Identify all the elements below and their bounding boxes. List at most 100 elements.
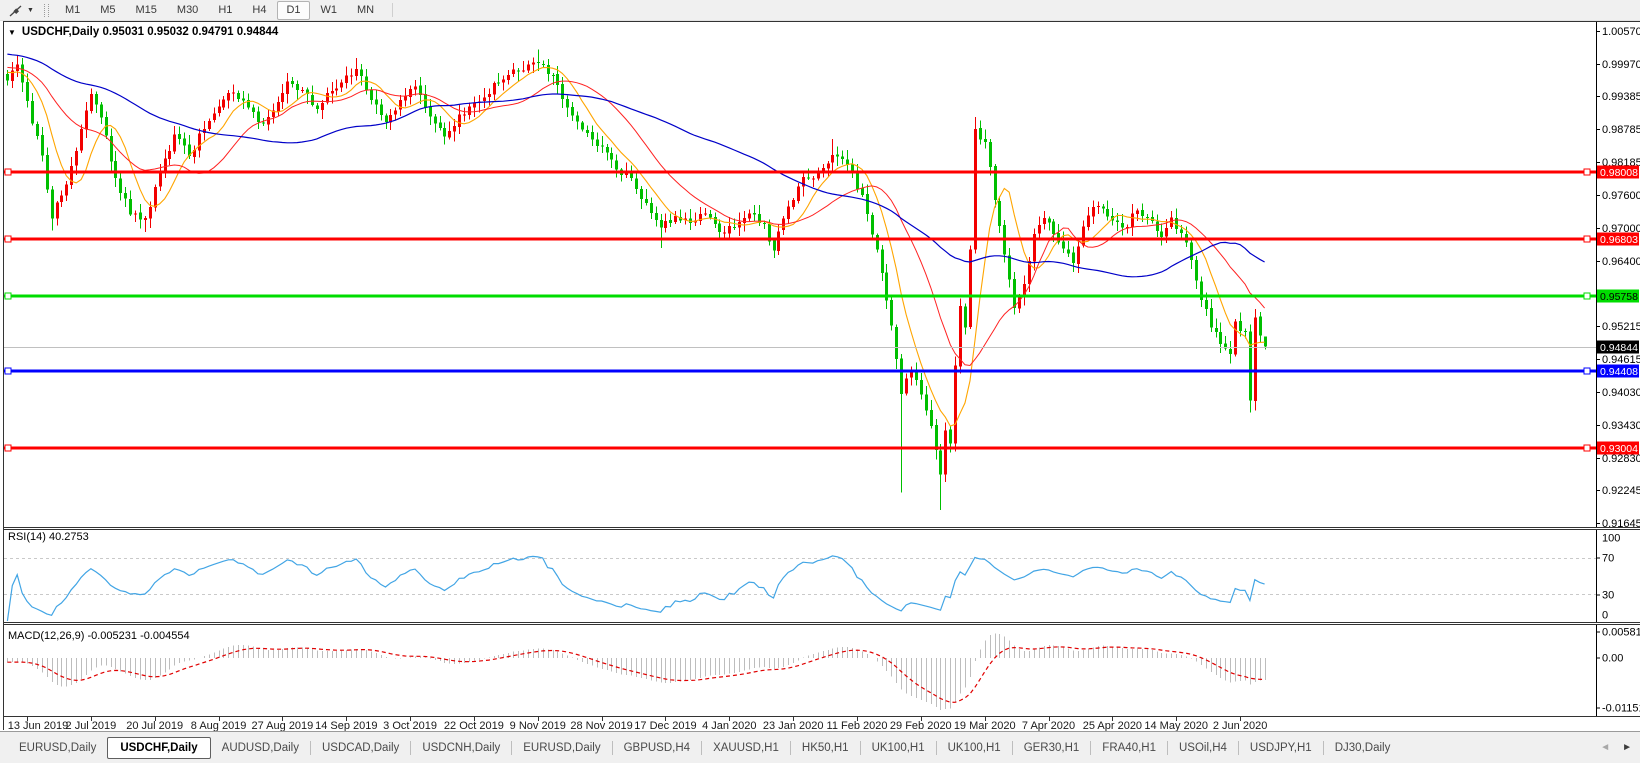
timeframe-button-m1[interactable]: M1 (56, 1, 89, 20)
hline-handle-left[interactable] (4, 367, 12, 375)
date-tick-label: 25 Apr 2020 (1083, 720, 1142, 731)
svg-text:0.96803: 0.96803 (1600, 234, 1638, 246)
chart-tab-uk100-h1[interactable]: UK100,H1 (861, 738, 936, 758)
chart-tab-uk100-h1[interactable]: UK100,H1 (937, 738, 1012, 758)
chart-tab-usoil-h4[interactable]: USOil,H4 (1168, 738, 1238, 758)
chart-tabs: EURUSD,Daily USDCHF,Daily AUDUSD,Daily USDC… (8, 736, 1402, 759)
date-tick-label: 7 Apr 2020 (1022, 720, 1075, 731)
svg-text:0.94408: 0.94408 (1600, 366, 1638, 378)
chart-tab-audusd-daily[interactable]: AUDUSD,Daily (211, 738, 310, 758)
hline-0.98008[interactable] (4, 168, 1596, 176)
svg-text:70: 70 (1602, 553, 1614, 565)
svg-text:0.94844: 0.94844 (1600, 342, 1638, 354)
price-tick-label: 0.97600 (1602, 190, 1640, 202)
date-tick-label: 2 Jul 2019 (66, 720, 117, 731)
chart-tab-hk50-h1[interactable]: HK50,H1 (791, 738, 860, 758)
timeframe-toolbar: ▼ M1 M5 M15 M30 H1 H4 D1 W1 MN (0, 0, 1640, 21)
current-price-label: 0.94844 (1597, 340, 1639, 354)
price-tick-label: 0.94030 (1602, 387, 1640, 399)
timeframe-button-m15[interactable]: M15 (127, 1, 166, 20)
price-tick-label: 0.93430 (1602, 420, 1640, 432)
trading-terminal-window: ▼ M1 M5 M15 M30 H1 H4 D1 W1 MN 1.00570 0.99970 0.9… (0, 0, 1640, 763)
timeframe-button-m5[interactable]: M5 (91, 1, 124, 20)
rsi-panel (4, 555, 1596, 622)
chart-tab-usdcnh-daily[interactable]: USDCNH,Daily (411, 738, 511, 758)
svg-text:100: 100 (1602, 533, 1620, 545)
svg-text:0.93004: 0.93004 (1600, 443, 1638, 455)
price-tick-label: 0.98785 (1602, 124, 1640, 136)
toolbar-separator (392, 3, 394, 17)
date-tick-label: 29 Feb 2020 (890, 720, 952, 731)
hline-price-label-0.95758: 0.95758 (1597, 289, 1639, 303)
ma-20-line (7, 66, 1265, 367)
hline-0.94408[interactable] (4, 367, 1596, 375)
chart-tab-eurusd-daily[interactable]: EURUSD,Daily (8, 738, 107, 758)
chart-dropdown-icon[interactable]: ▼ (8, 28, 16, 37)
hline-handle-right[interactable] (1583, 235, 1591, 243)
hline-handle-right[interactable] (1583, 444, 1591, 452)
date-tick-label: 23 Jan 2020 (763, 720, 824, 731)
chart-canvas[interactable]: 1.005700.999700.993850.987850.981850.976… (0, 21, 1640, 731)
date-tick-label: 22 Oct 2019 (444, 720, 504, 731)
hline-handle-right[interactable] (1583, 168, 1591, 176)
timeframe-button-m30[interactable]: M30 (168, 1, 207, 20)
hline-0.93004[interactable] (4, 444, 1596, 452)
hline-handle-right[interactable] (1583, 292, 1591, 300)
date-tick-label: 9 Nov 2019 (510, 720, 566, 731)
hline-price-label-0.98008: 0.98008 (1597, 165, 1639, 179)
chart-tab-ger30-h1[interactable]: GER30,H1 (1013, 738, 1091, 758)
date-axis[interactable]: 13 Jun 20192 Jul 2019 20 Jul 2019 8 Aug 20… (8, 717, 1268, 731)
price-tick-label: 1.00570 (1602, 26, 1640, 38)
hline-handle-left[interactable] (4, 292, 12, 300)
timeframe-button-mn[interactable]: MN (348, 1, 383, 20)
chart-tab-xauusd-h1[interactable]: XAUUSD,H1 (702, 738, 790, 758)
tabs-scroll-left-icon[interactable]: ◄ (1600, 742, 1610, 753)
svg-text:0.95758: 0.95758 (1600, 291, 1638, 303)
svg-text:30: 30 (1602, 590, 1614, 602)
timeframe-button-d1[interactable]: D1 (277, 0, 310, 20)
svg-text:-0.011514: -0.011514 (1602, 703, 1640, 715)
date-tick-label: 11 Feb 2020 (827, 720, 888, 731)
date-tick-label: 2 Jun 2020 (1213, 720, 1267, 731)
hline-0.96803[interactable] (4, 235, 1596, 243)
date-tick-label: 28 Nov 2019 (570, 720, 632, 731)
hline-0.95758[interactable] (4, 292, 1596, 300)
timeframe-button-h1[interactable]: H1 (209, 1, 241, 20)
hline-handle-left[interactable] (4, 444, 12, 452)
candles-layer (6, 49, 1267, 511)
date-tick-label: 17 Dec 2019 (634, 720, 696, 731)
rsi-line (6, 555, 1265, 622)
svg-text:0.98008: 0.98008 (1600, 167, 1638, 179)
chart-tab-usdjpy-h1[interactable]: USDJPY,H1 (1239, 738, 1323, 758)
timeframe-buttons: M1 M5 M15 M30 H1 H4 D1 W1 MN (56, 0, 383, 20)
svg-text:0: 0 (1602, 610, 1608, 622)
chart-tab-fra40-h1[interactable]: FRA40,H1 (1091, 738, 1167, 758)
toolbar-grip[interactable] (43, 3, 49, 17)
chart-tab-gbpusd-h4[interactable]: GBPUSD,H4 (613, 738, 701, 758)
tab-scroll-arrows: ◄ ► (1600, 742, 1632, 753)
hline-handle-left[interactable] (4, 235, 12, 243)
line-tool-button[interactable]: ▼ (4, 3, 39, 18)
hline-price-label-0.93004: 0.93004 (1597, 441, 1639, 455)
date-tick-label: 20 Jul 2019 (126, 720, 183, 731)
price-tick-label: 0.92245 (1602, 485, 1640, 497)
panel-borders (3, 21, 1640, 730)
chart-tab-eurusd-daily[interactable]: EURUSD,Daily (512, 738, 611, 758)
chart-tab-dj30-daily[interactable]: DJ30,Daily (1324, 738, 1402, 758)
date-tick-label: 14 May 2020 (1144, 720, 1208, 731)
chart-tab-usdchf-daily[interactable]: USDCHF,Daily (107, 736, 211, 759)
timeframe-button-h4[interactable]: H4 (243, 1, 275, 20)
chart-tab-usdcad-daily[interactable]: USDCAD,Daily (311, 738, 410, 758)
tabs-scroll-right-icon[interactable]: ► (1622, 742, 1632, 753)
hline-handle-right[interactable] (1583, 367, 1591, 375)
date-tick-label: 27 Aug 2019 (252, 720, 314, 731)
hline-handle-left[interactable] (4, 168, 12, 176)
price-tick-label: 0.99970 (1602, 59, 1640, 71)
dropdown-caret-icon: ▼ (27, 6, 34, 14)
hline-price-label-0.94408: 0.94408 (1597, 364, 1639, 378)
date-tick-label: 3 Oct 2019 (383, 720, 437, 731)
line-tool-icon (9, 5, 22, 16)
hline-price-label-0.96803: 0.96803 (1597, 232, 1639, 246)
timeframe-button-w1[interactable]: W1 (312, 1, 347, 20)
svg-text:0.005818: 0.005818 (1602, 627, 1640, 639)
